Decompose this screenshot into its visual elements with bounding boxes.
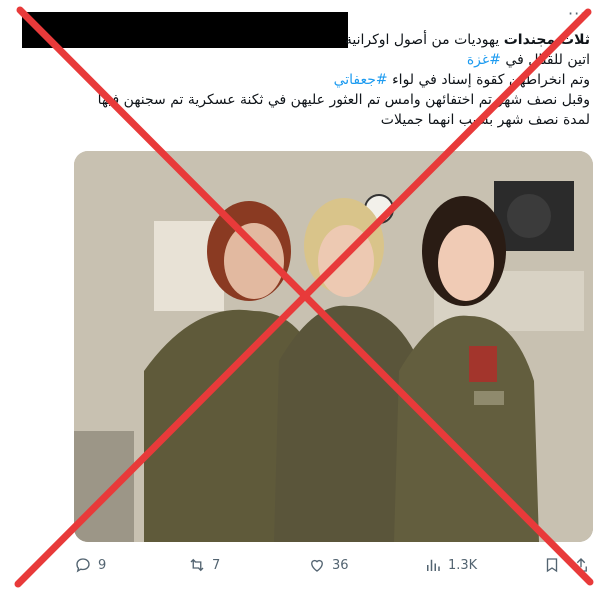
views-icon	[427, 559, 440, 571]
share-icon	[575, 558, 587, 572]
tweet-line-3: وتم انخراطهن كقوة إسناد في لواء #جعفاتي	[333, 72, 590, 88]
bookmark-button[interactable]	[543, 556, 561, 574]
photo-illustration	[74, 151, 593, 542]
tweet-line-2: اتين للقتال في #غزة	[466, 52, 590, 68]
repost-icon	[190, 558, 204, 572]
tweet-photo[interactable]	[74, 151, 593, 542]
repost-button[interactable]: 7	[188, 556, 220, 574]
heart-icon	[311, 559, 323, 572]
reply-count: 9	[98, 557, 107, 573]
tweet-card: ··· ثلاث مجندات يهوديات من أصول اوكرانية…	[0, 0, 605, 591]
reply-icon	[76, 558, 90, 573]
like-button[interactable]: 36	[308, 556, 349, 574]
more-options-icon[interactable]: ···	[568, 4, 586, 23]
repost-count: 7	[212, 557, 221, 573]
hashtag-gaza[interactable]: #غزة	[467, 52, 501, 68]
bookmark-icon	[546, 558, 558, 573]
tweet-actions: 9 7 36 1.3K	[0, 556, 605, 582]
tweet-line-4: وقبل نصف شهر تم اختفائهن وامس تم العثور …	[97, 92, 590, 108]
share-button[interactable]	[572, 556, 590, 574]
tweet-line-5: لمدة نصف شهر بسبب انهما جميلات	[380, 112, 590, 128]
reply-button[interactable]: 9	[74, 556, 106, 574]
views-button[interactable]: 1.3K	[424, 556, 477, 574]
tweet-line-1: ثلاث مجندات يهوديات من أصول اوكرانية	[344, 32, 590, 48]
tweet-text: ثلاث مجندات يهوديات من أصول اوكرانية اتي…	[60, 30, 590, 130]
hashtag-givati[interactable]: #جعفاتي	[334, 72, 388, 88]
like-count: 36	[332, 557, 349, 573]
views-count: 1.3K	[448, 557, 478, 573]
